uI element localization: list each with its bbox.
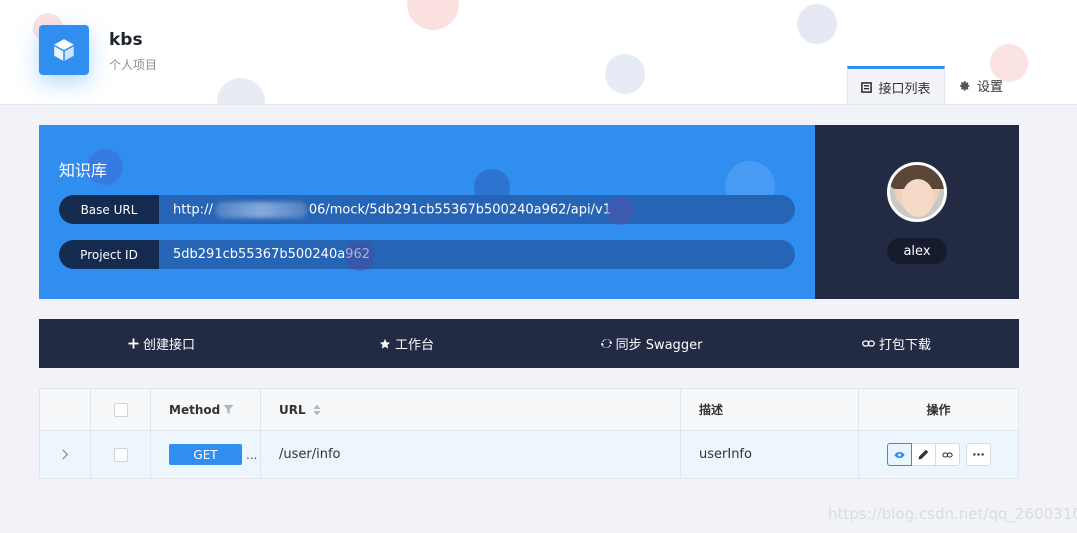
url-header-label: URL (279, 402, 306, 417)
action-bar: 创建接口 工作台 同步 Swagger 打包下载 (39, 319, 1019, 368)
decor-bubble (606, 197, 634, 225)
project-id-value[interactable]: 5db291cb55367b500240a962 (159, 247, 370, 262)
api-desc: userInfo (699, 447, 752, 462)
owner-name: alex (887, 238, 947, 264)
project-logo (39, 25, 89, 75)
project-id-label: Project ID (59, 240, 159, 269)
star-icon (379, 338, 391, 349)
select-cell (91, 431, 151, 478)
sort-icon[interactable] (313, 404, 321, 416)
pencil-icon (918, 449, 928, 460)
url-cell: /user/info (261, 431, 681, 478)
project-id-row: Project ID 5db291cb55367b500240a962 (59, 240, 795, 269)
url-column-header: URL (261, 389, 681, 430)
base-url-prefix: http:// (173, 202, 213, 217)
workbench-button[interactable]: 工作台 (284, 319, 529, 368)
link-icon (862, 340, 875, 347)
desc-header-label: 描述 (699, 403, 724, 417)
decor-bubble (407, 0, 459, 30)
api-url: /user/info (279, 447, 341, 462)
avatar[interactable] (887, 162, 947, 222)
action-label: 同步 Swagger (615, 338, 703, 353)
method-more: ... (246, 447, 258, 462)
list-icon (861, 81, 873, 93)
tab-api-list[interactable]: 接口列表 (847, 66, 945, 104)
ops-column-header: 操作 (859, 389, 1018, 430)
method-cell: GET ... (151, 431, 261, 478)
method-column-header: Method (151, 389, 261, 430)
expand-column-header (40, 389, 91, 430)
package-download-button[interactable]: 打包下载 (774, 319, 1019, 368)
copy-link-button[interactable] (934, 443, 960, 466)
watermark: https://blog.csdn.net/qq_26003101 (828, 505, 1077, 523)
base-url-label: Base URL (59, 195, 159, 224)
action-label: 打包下载 (878, 338, 931, 353)
knowledge-base-title: 知识库 (59, 161, 108, 180)
ellipsis-icon (972, 453, 984, 456)
sync-icon (600, 339, 612, 348)
project-header: kbs 个人项目 接口列表 设置 (0, 0, 1077, 105)
redacted-host (214, 201, 307, 218)
tab-label: 设置 (977, 80, 1004, 95)
chevron-right-icon[interactable] (61, 449, 69, 460)
filter-icon[interactable] (223, 404, 234, 415)
owner-card: alex (815, 125, 1019, 299)
create-api-button[interactable]: 创建接口 (39, 319, 284, 368)
link-icon (941, 451, 953, 458)
base-url-row: Base URL http:// 06/mock/5db291cb55367b50… (59, 195, 795, 224)
tab-settings[interactable]: 设置 (945, 66, 1017, 104)
decor-bubble (345, 241, 375, 271)
base-url-suffix: 06/mock/5db291cb55367b500240a962/api/v1 (308, 202, 611, 217)
action-label: 工作台 (394, 338, 434, 353)
ops-header-label: 操作 (926, 403, 951, 417)
cube-icon (54, 39, 74, 61)
decor-bubble (797, 4, 837, 44)
desc-cell: userInfo (681, 431, 859, 478)
method-tag: GET (169, 444, 242, 465)
more-actions-button[interactable] (965, 443, 991, 466)
view-button[interactable] (886, 443, 912, 466)
select-all-checkbox[interactable] (113, 402, 128, 417)
decor-bubble (217, 78, 265, 104)
base-url-value[interactable]: http:// 06/mock/5db291cb55367b500240a962/… (159, 201, 611, 218)
expand-cell (40, 431, 91, 478)
api-table: Method URL 描述 操作 GET ... /user/info user… (39, 388, 1019, 479)
table-header: Method URL 描述 操作 (40, 389, 1018, 431)
method-header-label: Method (169, 402, 221, 417)
project-info-card: 知识库 Base URL http:// 06/mock/5db291cb5536… (39, 125, 815, 299)
sync-swagger-button[interactable]: 同步 Swagger (529, 319, 774, 368)
desc-column-header: 描述 (681, 389, 859, 430)
select-all-cell (91, 389, 151, 430)
table-row: GET ... /user/info userInfo (40, 431, 1018, 478)
gear-icon (960, 80, 970, 91)
ops-cell (859, 431, 1018, 478)
plus-icon (128, 338, 139, 349)
row-checkbox[interactable] (113, 447, 128, 462)
project-name: kbs (109, 30, 143, 50)
project-tabs: 接口列表 设置 (847, 66, 1017, 104)
project-subtitle: 个人项目 (109, 58, 158, 72)
eye-icon (894, 451, 904, 458)
edit-button[interactable] (910, 443, 936, 466)
tab-label: 接口列表 (878, 81, 931, 97)
row-actions (886, 443, 991, 466)
decor-bubble (605, 54, 645, 94)
action-label: 创建接口 (142, 338, 195, 353)
